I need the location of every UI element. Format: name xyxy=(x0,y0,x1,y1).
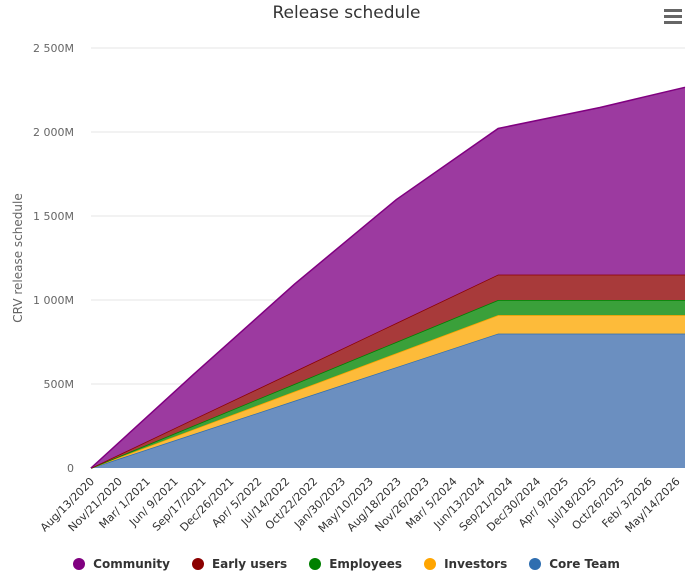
legend-label: Employees xyxy=(329,557,403,571)
y-axis-ticks: 0 500M 1 000M 1 500M 2 000M 2 500M xyxy=(33,42,74,475)
legend-marker-icon xyxy=(73,558,86,570)
x-axis-ticks: Aug/13/2020Nov/21/2020Mar/ 1/2021Jun/ 9/… xyxy=(38,475,683,535)
legend-item-community[interactable]: Community xyxy=(73,557,170,571)
area-series xyxy=(90,86,686,469)
y-tick-label: 2 500M xyxy=(33,42,74,55)
y-tick-label: 0 xyxy=(67,462,74,475)
legend: Community Early users Employees Investors Co… xyxy=(0,557,693,571)
legend-label: Early users xyxy=(211,557,288,571)
legend-marker-icon xyxy=(309,558,322,570)
chart-plot: 0 500M 1 000M 1 500M 2 000M 2 500M Aug/13/202… xyxy=(11,42,686,535)
legend-item-employees[interactable]: Employees xyxy=(309,557,402,571)
y-tick-label: 1 500M xyxy=(33,210,74,223)
legend-label: Core Team xyxy=(549,557,620,571)
legend-marker-icon xyxy=(424,558,437,570)
y-axis-label: CRV release schedule xyxy=(11,193,25,322)
y-tick-label: 500M xyxy=(44,378,75,391)
y-tick-label: 1 000M xyxy=(33,294,74,307)
legend-item-core-team[interactable]: Core Team xyxy=(529,557,620,571)
legend-label: Community xyxy=(93,557,170,571)
y-tick-label: 2 000M xyxy=(33,126,74,139)
legend-item-early-users[interactable]: Early users xyxy=(191,557,288,571)
legend-item-investors[interactable]: Investors xyxy=(424,557,507,571)
legend-label: Investors xyxy=(444,557,508,571)
legend-marker-icon xyxy=(191,558,204,570)
legend-marker-icon xyxy=(529,558,542,570)
